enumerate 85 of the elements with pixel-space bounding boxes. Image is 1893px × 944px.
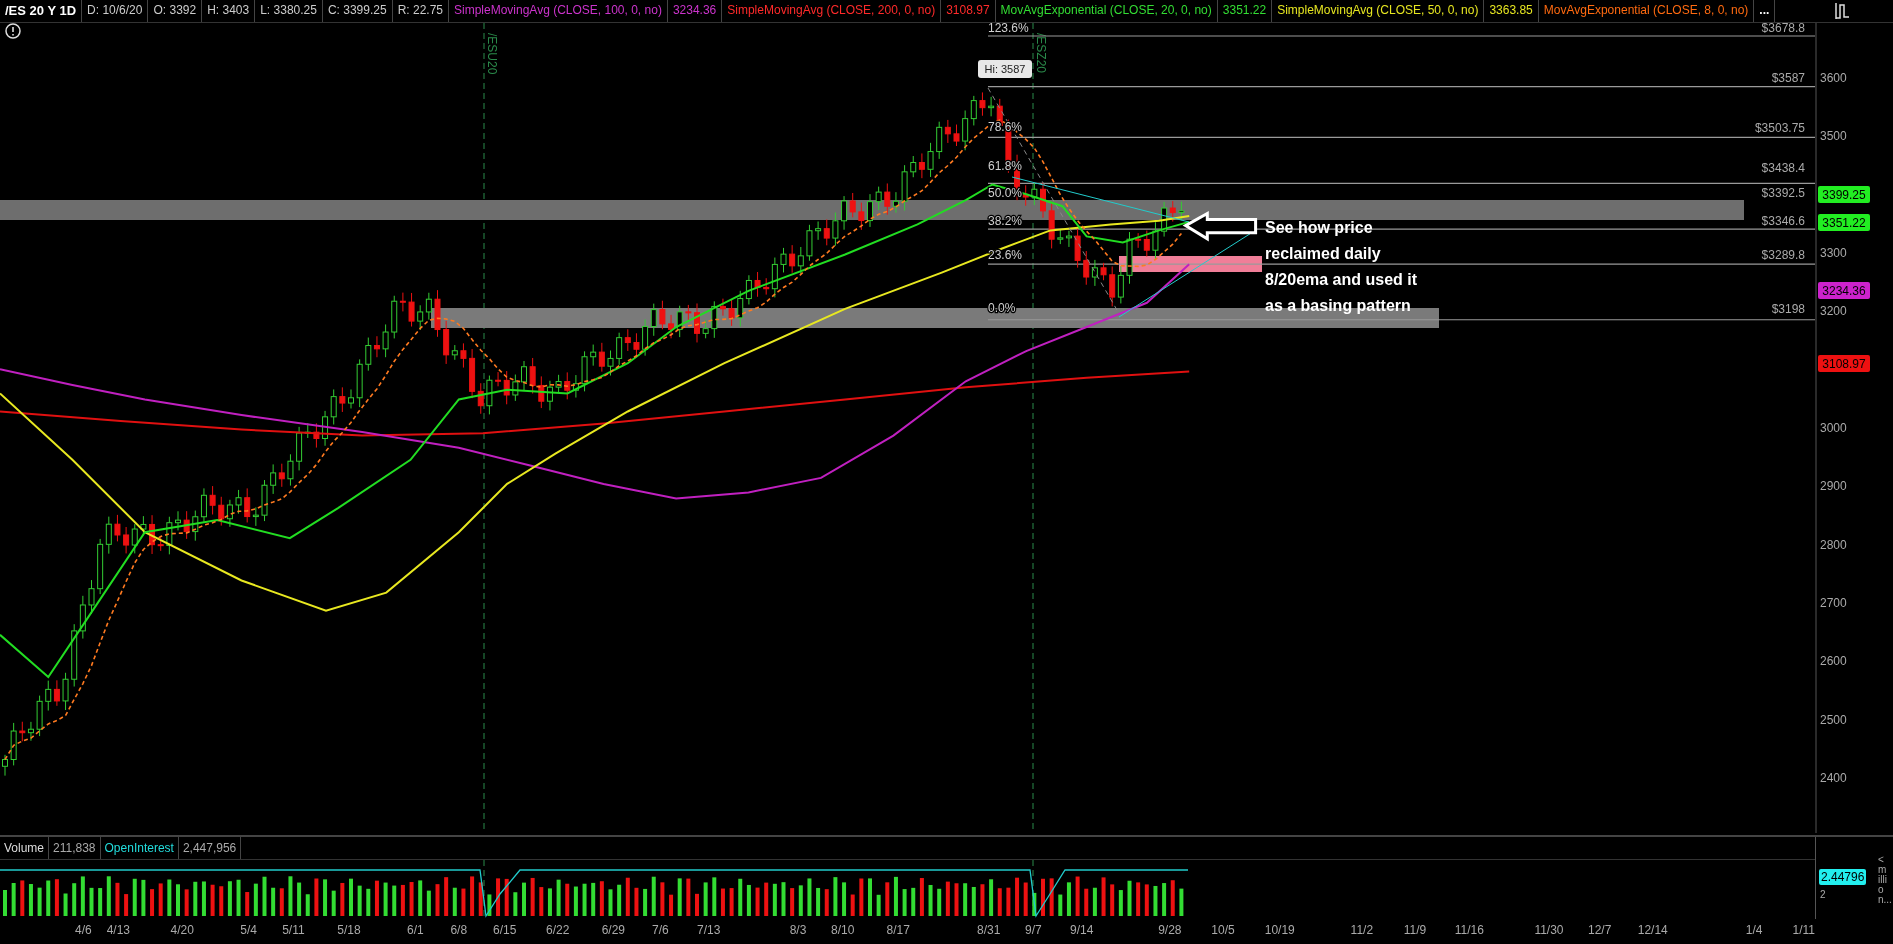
date-tick: 4/20 (170, 923, 194, 937)
date-tick: 10/19 (1264, 923, 1295, 937)
high-callout: Hi: 3587 (978, 60, 1032, 78)
quote-field: R: 22.75 (392, 0, 449, 22)
price-tick: 3600 (1820, 71, 1847, 85)
study-value: 3351.22 (1217, 0, 1273, 22)
price-tick: 2900 (1820, 479, 1847, 494)
price-tick: 3300 (1820, 246, 1847, 260)
open-interest-badge: 2.44796 (1819, 869, 1867, 885)
price-tick: 2700 (1820, 595, 1847, 610)
date-tick: 6/1 (406, 923, 424, 937)
volume-value: 211,838 (49, 837, 101, 859)
date-tick: 4/13 (106, 923, 130, 937)
date-tick: 11/16 (1454, 923, 1484, 937)
level-label: $3198 (1771, 301, 1805, 316)
fib-label: 23.6% (988, 247, 1023, 262)
date-tick: 8/10 (831, 923, 855, 937)
study-value: 3108.97 (941, 0, 996, 22)
date-tick: 9/28 (1158, 923, 1182, 937)
date-tick: 5/18 (337, 923, 361, 937)
contract-label: /ESU20 (485, 33, 499, 75)
price-badge: 3234.36 (1818, 282, 1870, 299)
date-tick: 1/11 (1792, 923, 1815, 937)
level-label: $3392.5 (1761, 185, 1805, 200)
quote-field: L: 3380.25 (255, 0, 323, 22)
contract-label: /ESZ20 (1034, 33, 1048, 74)
open-interest-value: 2,447,956 (178, 837, 242, 859)
price-tick: 2600 (1820, 654, 1847, 669)
date-tick: 4/6 (74, 923, 92, 937)
date-tick: 11/2 (1350, 923, 1374, 937)
symbol-label[interactable]: /ES 20 Y 1D (0, 0, 83, 22)
date-tick: 5/11 (282, 923, 305, 937)
date-tick: 5/4 (240, 923, 258, 937)
study-value: 3234.36 (667, 0, 723, 22)
fib-label: 123.6% (988, 23, 1029, 35)
level-label: $3587 (1771, 71, 1805, 86)
study-label[interactable]: MovAvgExponential (CLOSE, 20, 0, no) (995, 0, 1218, 22)
date-tick: 9/7 (1025, 923, 1042, 937)
study-label[interactable]: SimpleMovingAvg (CLOSE, 100, 0, no) (449, 0, 668, 22)
date-tick: 7/6 (652, 923, 669, 937)
price-tick: 2800 (1820, 537, 1847, 552)
date-tick: 8/31 (977, 923, 1001, 937)
annotation-text: See how price reclaimed daily 8/20ema and used it as a basing pattern (1265, 219, 1418, 314)
quote-field: H: 3403 (202, 0, 256, 22)
volume-tick: 2 (1820, 889, 1826, 900)
fib-label: 38.2% (988, 213, 1023, 228)
volume-label: Volume (0, 837, 50, 859)
price-tick: 2400 (1820, 770, 1847, 785)
level-label: $3503.75 (1754, 120, 1805, 135)
date-tick: 11/30 (1534, 923, 1564, 937)
price-tick: 3200 (1820, 304, 1847, 319)
arrow-icon (1182, 210, 1258, 242)
level-label: $3346.6 (1761, 213, 1805, 228)
date-tick: 10/5 (1211, 923, 1235, 937)
price-badge: 3108.97 (1818, 355, 1870, 372)
date-tick: 6/8 (450, 923, 468, 937)
level-label: $3289.8 (1761, 247, 1805, 262)
date-tick: 11/9 (1403, 923, 1427, 937)
open-interest-label: OpenInterest (100, 837, 179, 859)
date-tick: 1/4 (1745, 923, 1763, 937)
date-tick: 12/7 (1588, 923, 1612, 937)
level-label: $3438.4 (1761, 160, 1805, 175)
quote-field: C: 3399.25 (322, 0, 393, 22)
level-label: $3678.8 (1761, 23, 1805, 35)
date-tick: 12/14 (1637, 923, 1668, 937)
date-tick: 7/13 (697, 923, 721, 937)
study-label[interactable]: SimpleMovingAvg (CLOSE, 200, 0, no) (722, 0, 942, 22)
quote-field: D: 10/6/20 (82, 0, 149, 22)
more-studies-button[interactable]: ... (1754, 0, 1776, 22)
price-tick: 3500 (1820, 129, 1847, 144)
date-tick: 6/22 (546, 923, 570, 937)
date-tick: 8/3 (789, 923, 807, 937)
date-tick: 6/15 (492, 923, 517, 937)
study-label[interactable]: MovAvgExponential (CLOSE, 8, 0, no) (1538, 0, 1755, 22)
price-tick: 3000 (1820, 421, 1847, 435)
price-badge: 3399.25 (1818, 186, 1870, 203)
quote-field: O: 3392 (148, 0, 203, 22)
date-tick: 8/17 (886, 923, 910, 937)
date-tick: 9/14 (1070, 923, 1094, 937)
date-tick: 6/29 (601, 923, 625, 937)
study-value: 3363.85 (1484, 0, 1539, 22)
alert-icon[interactable] (5, 23, 21, 39)
price-badge: 3351.22 (1818, 214, 1870, 231)
price-tick: 2500 (1820, 712, 1847, 727)
study-label[interactable]: SimpleMovingAvg (CLOSE, 50, 0, no) (1272, 0, 1485, 22)
